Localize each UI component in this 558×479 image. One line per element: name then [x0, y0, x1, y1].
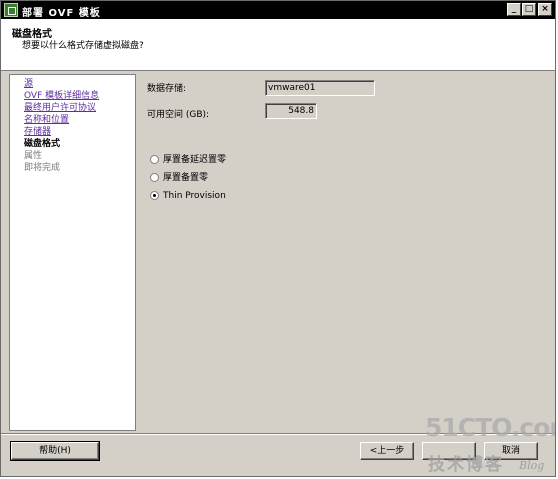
- title-bar[interactable]: 部署 OVF 模板 _ □ ×: [1, 1, 555, 19]
- close-button[interactable]: ×: [538, 3, 552, 16]
- nav-step-eula[interactable]: 最终用户许可协议: [24, 102, 96, 114]
- minimize-button[interactable]: _: [507, 3, 521, 16]
- datastore-label: 数据存储:: [147, 84, 187, 94]
- watermark-tagline: 技术博客: [428, 455, 504, 475]
- radio-label: 厚置备延迟置零: [163, 155, 227, 165]
- watermark-blog: Blog: [519, 459, 545, 472]
- disk-format-panel: 数据存储: vmware01 可用空间 (GB): 548.8 厚置备延迟置零 …: [138, 72, 555, 432]
- nav-step-source[interactable]: 源: [24, 78, 33, 90]
- wizard-steps-nav: 源 OVF 模板详细信息 最终用户许可协议 名称和位置 存储器 磁盘格式 属性 …: [9, 74, 136, 431]
- nav-step-ovf-details[interactable]: OVF 模板详细信息: [24, 90, 99, 102]
- nav-step-properties: 属性: [24, 151, 43, 161]
- wizard-header: 磁盘格式 想要以什么格式存储虚拟磁盘?: [1, 19, 555, 71]
- watermark-site: 51CTO.com: [425, 413, 555, 442]
- radio-label: Thin Provision: [163, 191, 226, 201]
- window-title: 部署 OVF 模板: [22, 8, 101, 19]
- radio-button[interactable]: [150, 155, 159, 164]
- page-subtitle: 想要以什么格式存储虚拟磁盘?: [22, 41, 144, 51]
- deploy-ovf-dialog: 部署 OVF 模板 _ □ × 磁盘格式 想要以什么格式存储虚拟磁盘? 源 OV…: [0, 0, 556, 477]
- free-space-field: 548.8: [265, 103, 317, 119]
- datastore-field: vmware01: [265, 80, 375, 96]
- radio-label: 厚置备置零: [163, 173, 209, 183]
- radio-button[interactable]: [150, 173, 159, 182]
- app-icon: [4, 3, 18, 17]
- help-button[interactable]: 帮助(H): [10, 441, 100, 461]
- nav-step-name-location[interactable]: 名称和位置: [24, 114, 69, 126]
- free-space-label: 可用空间 (GB):: [147, 110, 210, 120]
- nav-step-disk-format: 磁盘格式: [24, 139, 61, 149]
- nav-step-storage[interactable]: 存储器: [24, 126, 51, 138]
- back-button[interactable]: <上一步: [360, 442, 414, 460]
- nav-step-ready-to-complete: 即将完成: [24, 163, 61, 173]
- maximize-button[interactable]: □: [522, 3, 536, 16]
- radio-button-selected[interactable]: [150, 191, 159, 200]
